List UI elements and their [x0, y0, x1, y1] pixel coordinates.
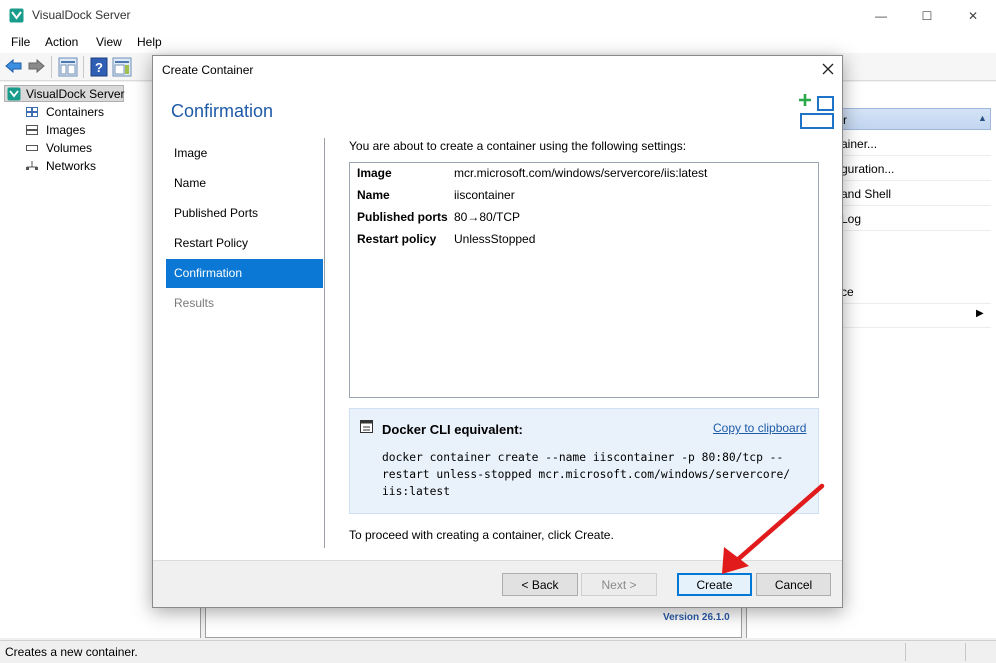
tree-item-networks[interactable]: Networks	[46, 159, 96, 173]
terminal-icon	[360, 420, 373, 433]
center-bottom-panel	[205, 604, 742, 638]
properties-icon[interactable]	[112, 57, 132, 77]
menu-file[interactable]: File	[11, 35, 30, 49]
dialog-close-button[interactable]	[817, 58, 839, 80]
tree-item-volumes[interactable]: Volumes	[46, 141, 92, 155]
status-text: Creates a new container.	[5, 645, 138, 659]
dialog-heading: Confirmation	[171, 101, 274, 121]
setting-key-image: Image	[357, 166, 392, 180]
action-label: Log	[841, 212, 862, 226]
setting-value-name: iiscontainer	[454, 188, 515, 202]
back-arrow-icon[interactable]	[5, 58, 23, 74]
tree-item-images[interactable]: Images	[46, 123, 85, 137]
dialog-title: Create Container	[162, 63, 254, 77]
minimize-button[interactable]: —	[858, 0, 904, 31]
cli-title: Docker CLI equivalent:	[382, 422, 523, 437]
title-bar	[0, 0, 996, 31]
setting-value-ports: 80→80/TCP	[454, 210, 521, 224]
copy-to-clipboard-link[interactable]: Copy to clipboard	[713, 421, 806, 435]
nav-name[interactable]: Name	[166, 169, 323, 198]
forward-arrow-icon[interactable]	[27, 58, 45, 74]
action-label: and Shell	[841, 187, 892, 201]
back-button[interactable]: < Back	[502, 573, 578, 596]
window-title: VisualDock Server	[32, 8, 131, 22]
nav-divider	[324, 138, 325, 548]
intro-text: You are about to create a container usin…	[349, 139, 687, 153]
add-container-icon	[799, 94, 834, 129]
nav-confirmation[interactable]: Confirmation	[166, 259, 323, 288]
actions-header-label: r	[843, 113, 847, 127]
nav-published-ports[interactable]: Published Ports	[166, 199, 323, 228]
menu-help[interactable]: Help	[137, 35, 162, 49]
menu-view[interactable]: View	[96, 35, 122, 49]
proceed-text: To proceed with creating a container, cl…	[349, 528, 614, 542]
containers-icon	[26, 107, 38, 117]
next-button: Next >	[581, 573, 657, 596]
menu-action[interactable]: Action	[45, 35, 78, 49]
menu-bar: File Action View Help	[0, 31, 996, 53]
tree-root-label[interactable]: VisualDock Server	[26, 87, 124, 101]
server-icon	[7, 87, 21, 101]
settings-summary-box	[349, 162, 819, 398]
setting-key-name: Name	[357, 188, 390, 202]
close-icon	[822, 63, 834, 75]
networks-icon	[26, 161, 38, 170]
nav-results: Results	[174, 296, 215, 310]
setting-value-image: mcr.microsoft.com/windows/servercore/iis…	[454, 166, 708, 180]
svg-text:?: ?	[95, 60, 103, 75]
setting-key-restart: Restart policy	[357, 232, 437, 246]
status-bar	[0, 640, 996, 663]
images-icon	[26, 125, 38, 135]
action-label: ainer...	[841, 137, 878, 151]
console-tree-icon[interactable]	[58, 57, 78, 77]
cli-command: docker container create --name iiscontai…	[382, 451, 791, 498]
cancel-button[interactable]: Cancel	[756, 573, 831, 596]
help-icon[interactable]: ?	[90, 57, 108, 77]
action-label: guration...	[841, 162, 895, 176]
app-icon	[9, 8, 24, 23]
setting-value-restart: UnlessStopped	[454, 232, 536, 246]
tree-item-containers[interactable]: Containers	[46, 105, 104, 119]
version-label: Version 26.1.0	[663, 612, 730, 623]
maximize-button[interactable]: ☐	[904, 0, 950, 31]
nav-restart-policy[interactable]: Restart Policy	[166, 229, 323, 258]
close-window-button[interactable]: ✕	[950, 0, 996, 31]
submenu-arrow-icon: ▶	[976, 308, 984, 319]
volumes-icon	[26, 145, 38, 151]
nav-image[interactable]: Image	[166, 139, 323, 168]
create-button[interactable]: Create	[677, 573, 752, 596]
collapse-arrow-icon[interactable]: ▲	[978, 113, 987, 123]
setting-key-ports: Published ports	[357, 210, 448, 224]
